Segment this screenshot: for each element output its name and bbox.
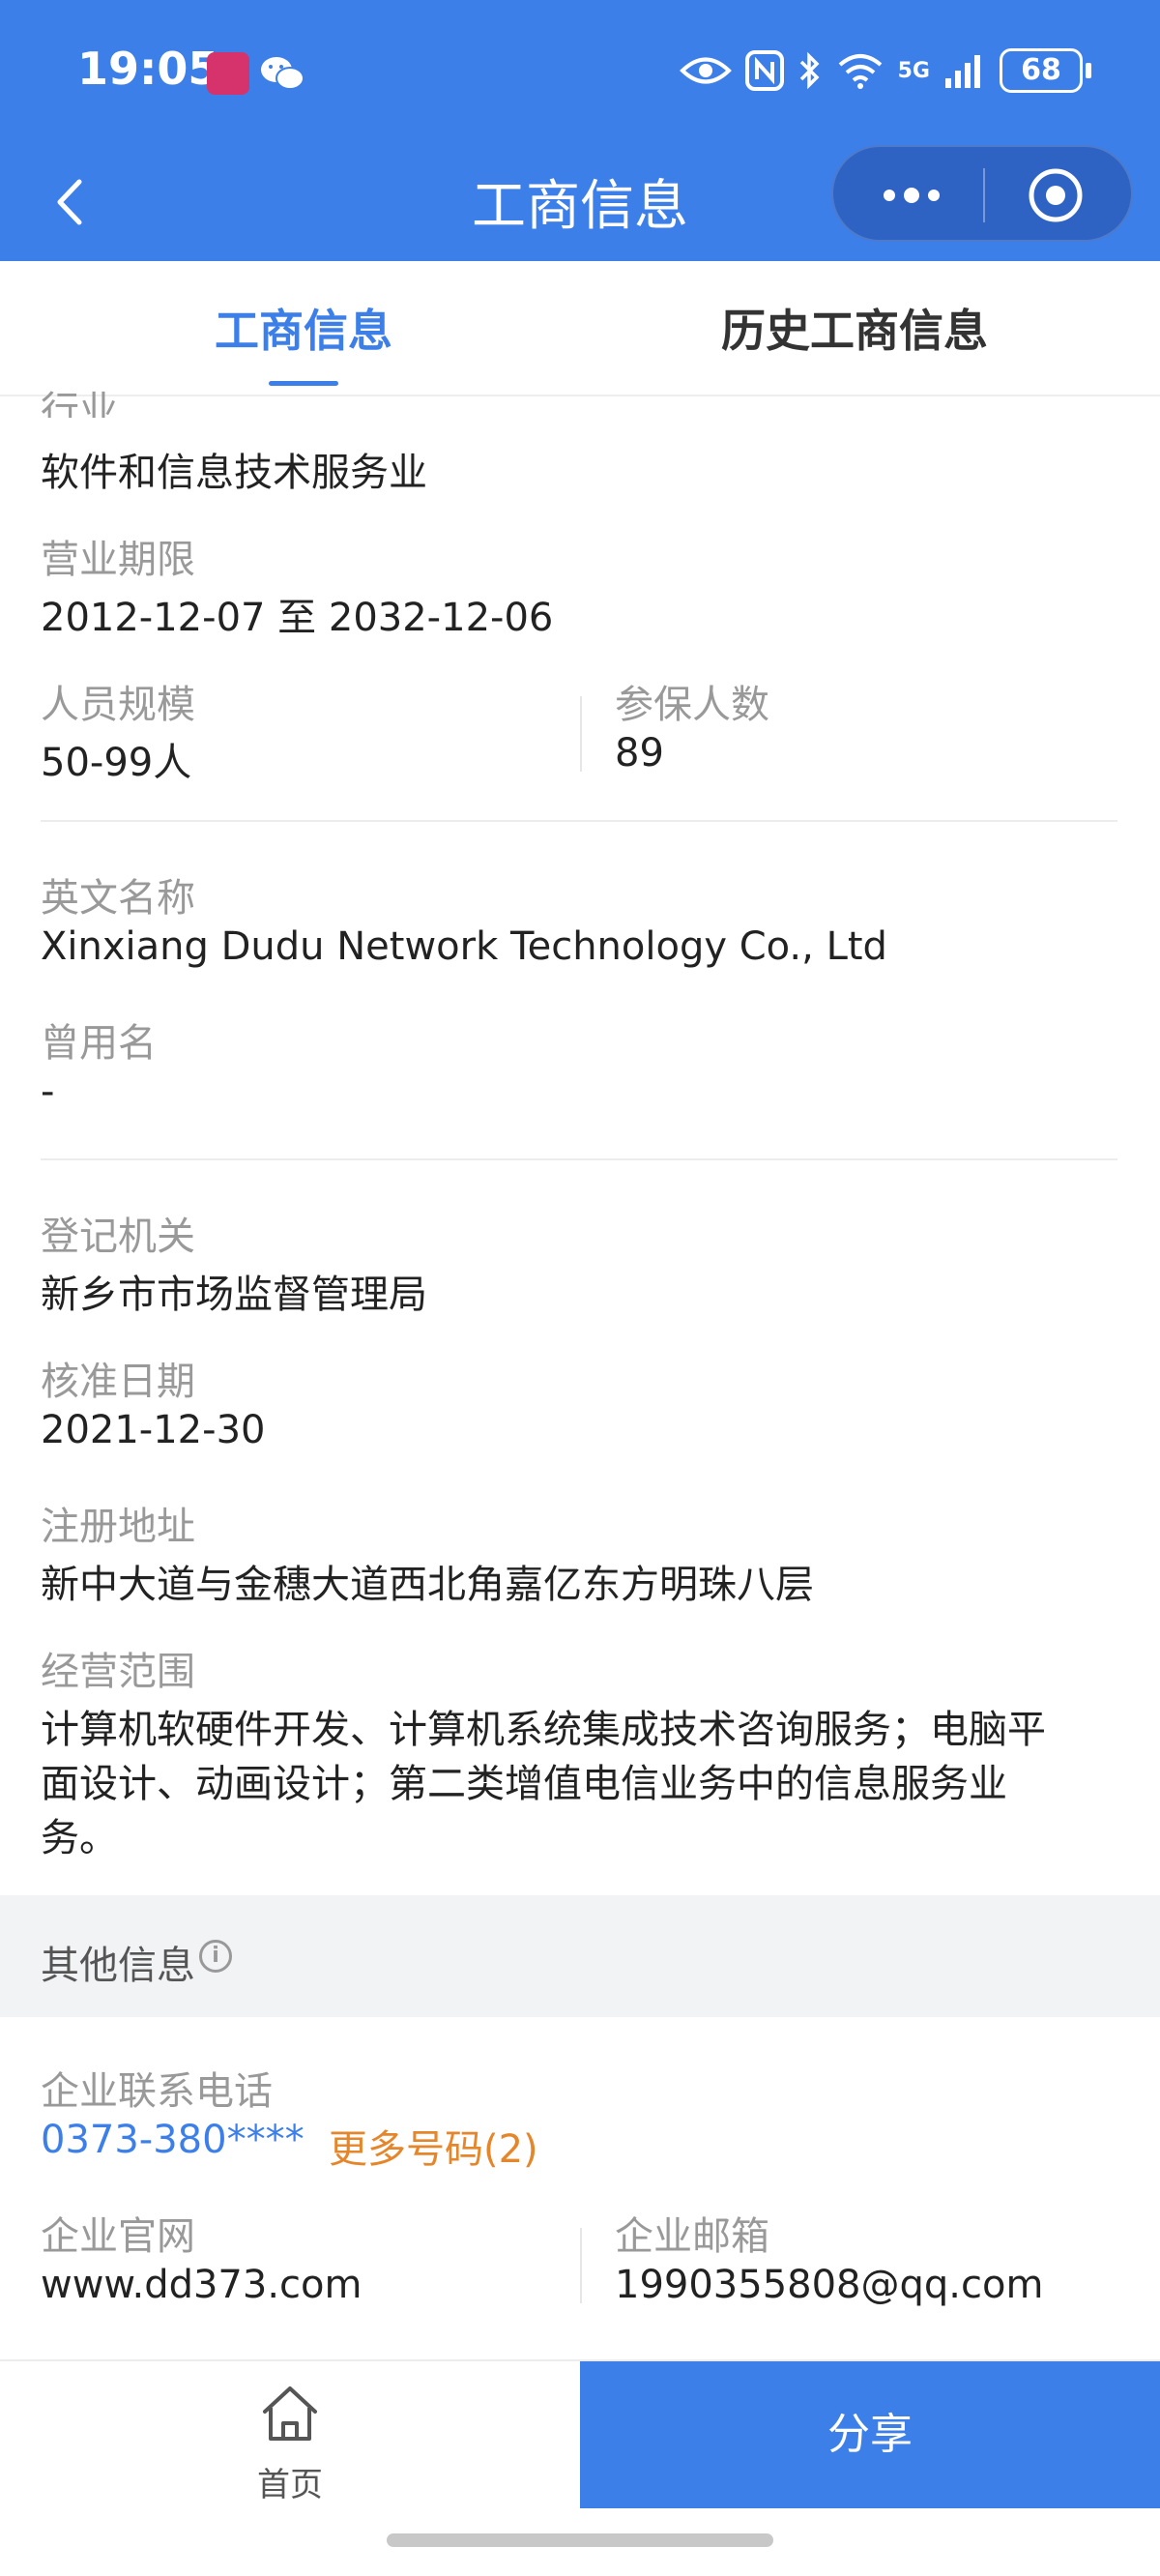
home-label: 首页	[257, 2466, 323, 2504]
signal-icon	[945, 55, 980, 88]
home-indicator	[387, 2533, 773, 2547]
website-value[interactable]: www.dd373.com	[41, 2263, 362, 2307]
phone-label: 企业联系电话	[41, 2069, 273, 2114]
english-name-label: 英文名称	[41, 876, 195, 921]
wechat-icon	[261, 57, 304, 90]
column-divider	[580, 696, 582, 772]
tab-bar: 工商信息 历史工商信息	[0, 261, 1160, 396]
registration-authority-label: 登记机关	[41, 1215, 195, 1259]
home-icon	[263, 2386, 317, 2441]
info-icon[interactable]: i	[199, 1940, 232, 1973]
other-info-header: 其他信息 i	[0, 1895, 1160, 2017]
email-label: 企业邮箱	[615, 2214, 769, 2259]
home-button[interactable]: 首页	[0, 2361, 580, 2508]
registration-authority-value: 新乡市市场监督管理局	[41, 1273, 427, 1317]
industry-label: 行业	[41, 389, 118, 418]
nfc-icon	[744, 50, 784, 91]
staff-size-label: 人员规模	[41, 683, 195, 727]
mini-program-capsule	[831, 145, 1133, 242]
approval-date-value: 2021-12-30	[41, 1408, 266, 1452]
business-scope-line: 计算机软硬件开发、计算机系统集成技术咨询服务；电脑平	[41, 1708, 1046, 1752]
english-name-value: Xinxiang Dudu Network Technology Co., Lt…	[41, 924, 887, 969]
insured-count-label: 参保人数	[615, 683, 769, 727]
insured-count-value: 89	[615, 731, 664, 776]
email-value[interactable]: 1990355808@qq.com	[615, 2263, 1043, 2307]
network-type-label: 5G	[897, 58, 930, 83]
business-scope-line: 面设计、动画设计；第二类增值电信业务中的信息服务业	[41, 1762, 1007, 1806]
staff-size-value: 50-99人	[41, 741, 192, 785]
battery-indicator: 68	[1000, 48, 1091, 93]
registered-address-label: 注册地址	[41, 1505, 195, 1549]
active-tab-indicator	[269, 381, 338, 386]
status-icons: 5G 68	[679, 48, 1091, 93]
former-name-label: 曾用名	[41, 1021, 157, 1066]
approval-date-label: 核准日期	[41, 1360, 195, 1404]
more-numbers-link[interactable]: 更多号码(2)	[329, 2118, 538, 2174]
former-name-value: -	[41, 1069, 55, 1114]
app-notification-icon	[207, 52, 249, 95]
divider	[41, 820, 1117, 822]
status-time: 19:05	[77, 43, 219, 95]
phone-number-link[interactable]: 0373-380****	[41, 2118, 304, 2162]
industry-value: 软件和信息技术服务业	[41, 451, 427, 495]
business-scope-line: 务。	[41, 1816, 118, 1860]
bottom-action-bar: 首页 分享	[0, 2359, 1160, 2508]
other-info-title: 其他信息	[41, 1944, 195, 1988]
divider	[41, 1158, 1117, 1160]
bluetooth-icon	[799, 51, 820, 90]
nav-bar: 工商信息	[0, 145, 1160, 261]
tab-history-business-info[interactable]: 历史工商信息	[721, 296, 988, 360]
registered-address-value: 新中大道与金穗大道西北角嘉亿东方明珠八层	[41, 1563, 814, 1607]
capsule-divider	[983, 168, 985, 222]
business-term-label: 营业期限	[41, 538, 195, 582]
close-miniprogram-icon[interactable]	[1027, 166, 1085, 224]
more-dots-icon[interactable]	[868, 166, 955, 224]
share-button[interactable]: 分享	[580, 2361, 1160, 2508]
business-term-value: 2012-12-07 至 2032-12-06	[41, 596, 554, 640]
column-divider	[580, 2228, 582, 2303]
tab-business-info[interactable]: 工商信息	[215, 296, 392, 360]
website-label: 企业官网	[41, 2214, 195, 2259]
wifi-icon	[838, 54, 882, 89]
business-scope-label: 经营范围	[41, 1650, 195, 1694]
status-bar: 19:05 5G 68	[0, 0, 1160, 145]
eye-icon	[679, 57, 732, 84]
